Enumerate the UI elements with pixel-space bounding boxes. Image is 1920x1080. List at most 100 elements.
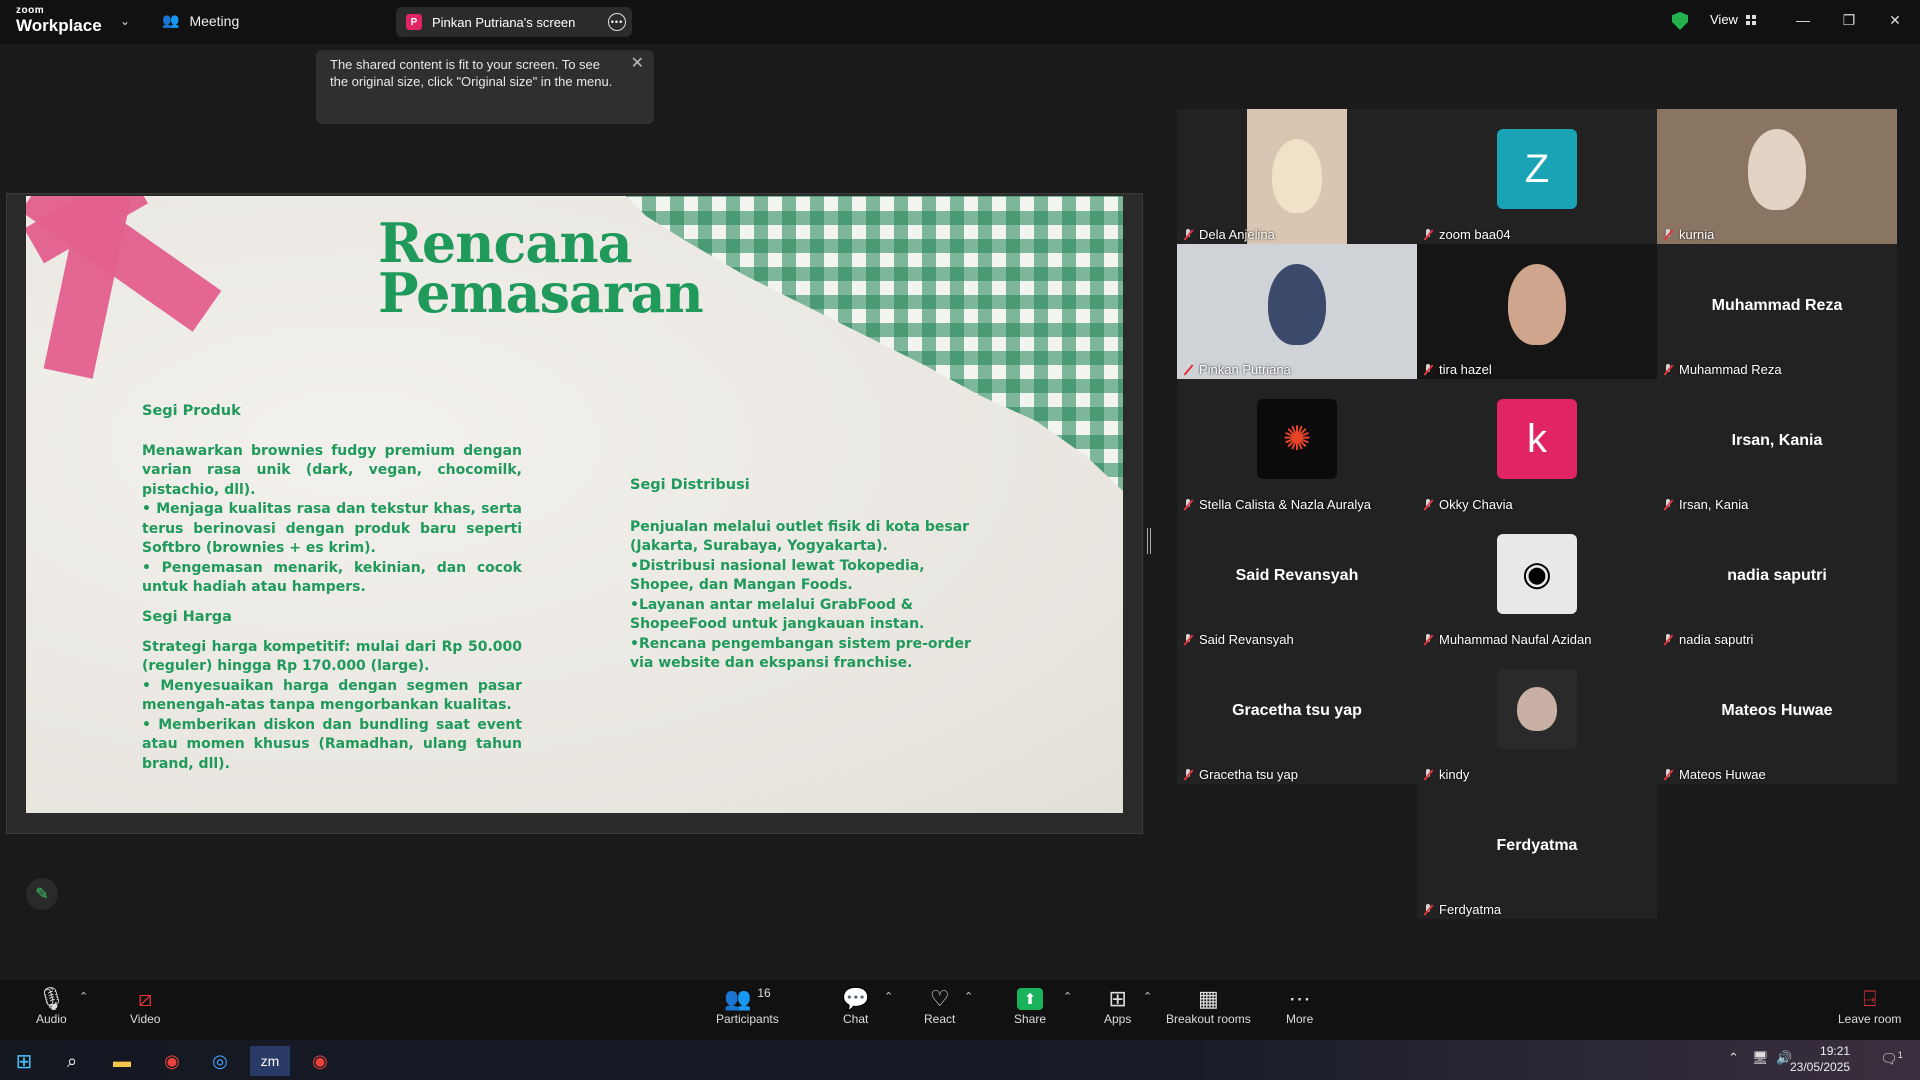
- apps-label: Apps: [1104, 1012, 1132, 1026]
- participant-tile[interactable]: k Okky Chavia: [1417, 379, 1657, 514]
- chat-button[interactable]: 💬 Chat: [842, 986, 869, 1026]
- share-options-caret-icon[interactable]: ⌃: [1063, 990, 1072, 1003]
- view-button[interactable]: View: [1710, 12, 1756, 27]
- chat-label: Chat: [843, 1012, 869, 1026]
- more-label: More: [1286, 1012, 1314, 1026]
- participant-name: Ferdyatma: [1439, 902, 1502, 917]
- share-tab-label: Pinkan Putriana's screen: [432, 14, 576, 30]
- segi-produk-line: • Menjaga kualitas rasa dan tekstur khas…: [142, 501, 522, 556]
- segi-distribusi-line: •Distribusi nasional lewat Tokopedia, Sh…: [630, 557, 925, 594]
- file-explorer-icon[interactable]: ▬: [102, 1046, 142, 1076]
- windows-start-icon[interactable]: ⊞: [4, 1046, 44, 1076]
- participant-name: Gracetha tsu yap: [1199, 767, 1298, 782]
- participant-display-name: Muhammad Reza: [1711, 296, 1843, 314]
- participant-profile-image: ◉: [1497, 534, 1577, 614]
- leave-room-button[interactable]: ⍈ Leave room: [1838, 986, 1901, 1026]
- mic-muted-icon: [1423, 228, 1433, 241]
- chat-options-caret-icon[interactable]: ⌃: [884, 990, 893, 1003]
- share-button[interactable]: ⬆ Share: [1014, 986, 1046, 1026]
- mic-muted-icon: [1663, 363, 1673, 376]
- react-button[interactable]: ♡ React: [924, 986, 955, 1026]
- participant-name: Muhammad Naufal Azidan: [1439, 632, 1592, 647]
- share-tab[interactable]: P Pinkan Putriana's screen •••: [396, 7, 632, 37]
- participant-tile[interactable]: ✺ Stella Calista & Nazla Auralya: [1177, 379, 1417, 514]
- participant-name-tag: Muhammad Naufal Azidan: [1423, 632, 1591, 647]
- more-options-icon[interactable]: •••: [608, 13, 626, 31]
- video-off-icon: ⧄: [138, 986, 153, 1011]
- share-screen-icon: ⬆: [1017, 988, 1044, 1010]
- share-tab-badge: P: [406, 14, 422, 30]
- leave-room-icon: ⍈: [1863, 986, 1877, 1011]
- participant-tile[interactable]: Dela Anjelina: [1177, 109, 1417, 244]
- more-button[interactable]: ⋯ More: [1286, 986, 1313, 1026]
- network-icon[interactable]: 🖥: [1752, 1050, 1769, 1066]
- segi-distribusi-line: Penjualan melalui outlet fisik di kota b…: [630, 518, 970, 555]
- participant-tile[interactable]: kindy: [1417, 649, 1657, 784]
- video-label: Video: [130, 1012, 161, 1026]
- participant-name: Muhammad Reza: [1679, 362, 1782, 377]
- audio-options-caret-icon[interactable]: ⌃: [79, 990, 88, 1003]
- participant-name-tag: Muhammad Reza: [1663, 362, 1782, 377]
- participant-tile[interactable]: Pinkan Putriana: [1177, 244, 1417, 379]
- annotate-pencil-icon[interactable]: ✎: [26, 878, 58, 910]
- tray-expand-icon[interactable]: ⌃: [1728, 1050, 1739, 1066]
- video-button[interactable]: ⧄ Video: [130, 986, 160, 1026]
- participant-tile[interactable]: Mateos Huwae Mateos Huwae: [1657, 649, 1897, 784]
- grid-icon: [1745, 14, 1756, 25]
- notifications-icon[interactable]: 🗨1: [1880, 1050, 1903, 1068]
- close-icon[interactable]: ✕: [1880, 8, 1910, 32]
- logo-top-text: zoom: [16, 5, 45, 16]
- apps-options-caret-icon[interactable]: ⌃: [1143, 990, 1152, 1003]
- close-notice-icon[interactable]: ✕: [631, 55, 644, 72]
- participant-display-name: nadia saputri: [1727, 566, 1827, 584]
- participant-tile[interactable]: ◉ Muhammad Naufal Azidan: [1417, 514, 1657, 649]
- participant-tile[interactable]: Muhammad Reza Muhammad Reza: [1657, 244, 1897, 379]
- mic-muted-icon: [1183, 498, 1193, 511]
- mic-muted-icon: [1663, 633, 1673, 646]
- heart-icon: ♡: [929, 986, 950, 1011]
- participant-display-name: Said Revansyah: [1235, 566, 1359, 584]
- meeting-menu[interactable]: 👥 Meeting: [162, 12, 239, 29]
- search-icon[interactable]: ⌕: [52, 1046, 92, 1076]
- mic-muted-icon: [1183, 768, 1193, 781]
- participant-tile[interactable]: tira hazel: [1417, 244, 1657, 379]
- mic-muted-icon: [1423, 903, 1433, 916]
- participant-name-tag: Ferdyatma: [1423, 902, 1501, 917]
- mic-muted-icon: [1423, 498, 1433, 511]
- segi-produk-line: • Pengemasan menarik, kekinian, dan coco…: [142, 559, 522, 596]
- security-shield-icon[interactable]: [1672, 12, 1688, 30]
- mic-muted-icon: [1663, 228, 1673, 241]
- mic-muted-icon: [1423, 633, 1433, 646]
- participant-tile[interactable]: nadia saputri nadia saputri: [1657, 514, 1897, 649]
- participant-video: [1177, 244, 1417, 379]
- windows-taskbar: ⊞ ⌕ ▬ ◉ ◎ zm ◉ ⌃ 🖥 🔊 19:21 23/05/2025 🗨1: [0, 1040, 1920, 1080]
- segi-distribusi-line: •Rencana pengembangan sistem pre-order v…: [630, 635, 971, 672]
- breakout-rooms-button[interactable]: ▦ Breakout rooms: [1166, 986, 1251, 1026]
- participant-name-tag: nadia saputri: [1663, 632, 1753, 647]
- react-options-caret-icon[interactable]: ⌃: [964, 990, 973, 1003]
- participant-tile[interactable]: kurnia: [1657, 109, 1897, 244]
- taskbar-clock[interactable]: 19:21 23/05/2025: [1790, 1043, 1850, 1075]
- participant-tile[interactable]: Zzoom baa04: [1417, 109, 1657, 244]
- clock-date: 23/05/2025: [1790, 1060, 1851, 1074]
- participant-tile[interactable]: Ferdyatma Ferdyatma: [1417, 784, 1657, 919]
- participant-tile[interactable]: Said Revansyah Said Revansyah: [1177, 514, 1417, 649]
- participants-button[interactable]: 👥 16 Participants: [716, 986, 779, 1026]
- audio-button[interactable]: 🎙 Audio: [36, 986, 67, 1026]
- chevron-down-icon[interactable]: ⌄: [120, 14, 130, 28]
- meeting-toolbar: 🎙 Audio ⌃ ⧄ Video 👥 16 Participants 💬 Cha…: [0, 980, 1920, 1040]
- chrome-icon[interactable]: ◉: [152, 1046, 192, 1076]
- split-resize-handle[interactable]: [1147, 528, 1151, 554]
- participant-tile[interactable]: Gracetha tsu yap Gracetha tsu yap: [1177, 649, 1417, 784]
- participant-name: Okky Chavia: [1439, 497, 1513, 512]
- apps-button[interactable]: ⊞ Apps: [1104, 986, 1131, 1026]
- minimize-icon[interactable]: —: [1788, 8, 1818, 32]
- zoom-taskbar-icon[interactable]: zm: [250, 1046, 290, 1076]
- browser-icon[interactable]: ◎: [200, 1046, 240, 1076]
- breakout-rooms-icon: ▦: [1197, 986, 1219, 1011]
- participant-tile[interactable]: Irsan, Kania Irsan, Kania: [1657, 379, 1897, 514]
- chrome-profile-icon[interactable]: ◉: [300, 1046, 340, 1076]
- segi-produk-section: Segi Produk Menawarkan brownies fudgy pr…: [142, 402, 522, 598]
- participant-name-tag: Dela Anjelina: [1183, 227, 1275, 242]
- restore-icon[interactable]: ❐: [1834, 8, 1864, 32]
